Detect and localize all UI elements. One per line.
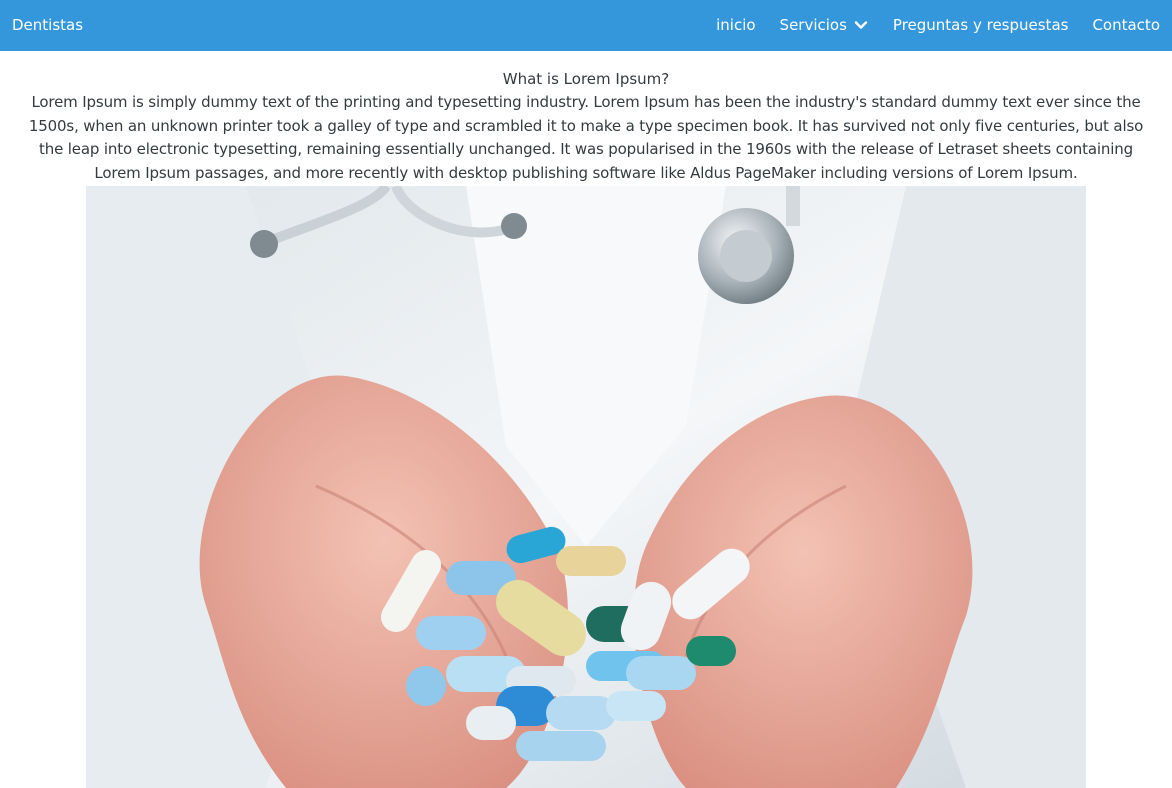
nav-link-preguntas[interactable]: Preguntas y respuestas bbox=[893, 15, 1069, 35]
nav-link-inicio[interactable]: inicio bbox=[716, 15, 755, 35]
top-navbar: Dentistas inicio Servicios Preguntas y r… bbox=[0, 0, 1172, 51]
hero-image bbox=[86, 186, 1086, 788]
nav-links: inicio Servicios Preguntas y respuestas … bbox=[716, 15, 1160, 35]
nav-link-label: Preguntas y respuestas bbox=[892, 16, 1069, 34]
main-content: What is Lorem Ipsum? Lorem Ipsum is simp… bbox=[0, 51, 1172, 185]
section-paragraph: Lorem Ipsum is simply dummy text of the … bbox=[28, 93, 1144, 182]
chevron-down-icon bbox=[854, 21, 868, 29]
nav-link-label: Servicios bbox=[779, 16, 847, 34]
section-title: What is Lorem Ipsum? bbox=[502, 70, 670, 88]
nav-dropdown-servicios[interactable]: Servicios bbox=[780, 15, 869, 35]
nav-link-contacto[interactable]: Contacto bbox=[1092, 15, 1160, 35]
brand-link[interactable]: Dentistas bbox=[12, 15, 83, 35]
hero-illustration bbox=[86, 186, 1086, 788]
nav-link-label: inicio bbox=[716, 16, 756, 34]
nav-link-label: Contacto bbox=[1092, 16, 1160, 34]
